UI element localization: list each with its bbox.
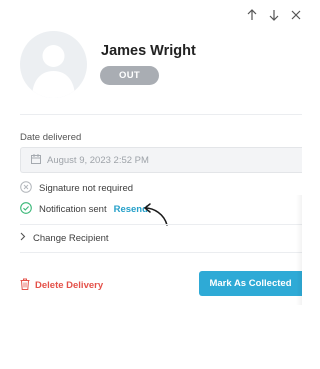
change-recipient-toggle[interactable]: Change Recipient — [20, 232, 109, 244]
user-silhouette-icon — [32, 45, 75, 98]
arrow-down-icon[interactable] — [268, 8, 280, 22]
calendar-icon — [31, 153, 41, 167]
notification-status: Notification sent Resend — [20, 202, 148, 217]
recipient-name: James Wright — [101, 43, 196, 59]
divider — [20, 252, 302, 253]
avatar — [20, 31, 87, 98]
divider — [20, 114, 302, 115]
date-delivered-field: August 9, 2023 2:52 PM — [20, 147, 302, 173]
divider — [20, 224, 302, 225]
close-icon[interactable] — [290, 8, 302, 22]
change-recipient-label: Change Recipient — [33, 232, 109, 244]
mark-as-collected-button[interactable]: Mark As Collected — [199, 271, 302, 296]
check-circle-icon — [20, 202, 32, 217]
notification-text: Notification sent — [39, 204, 107, 215]
chevron-right-icon — [20, 232, 26, 244]
side-panel-edge — [296, 195, 302, 305]
date-delivered-value: August 9, 2023 2:52 PM — [47, 154, 149, 166]
delete-delivery-label: Delete Delivery — [35, 280, 104, 291]
trash-icon — [20, 278, 30, 293]
signature-status: Signature not required — [20, 181, 133, 196]
arrow-up-icon[interactable] — [246, 8, 258, 22]
date-delivered-label: Date delivered — [20, 132, 82, 143]
panel-toolbar — [246, 8, 302, 22]
signature-text: Signature not required — [39, 183, 134, 194]
status-badge: OUT — [100, 66, 159, 85]
x-circle-icon — [20, 181, 32, 196]
pointer-arrow-icon — [140, 201, 170, 232]
delete-delivery-button[interactable]: Delete Delivery — [20, 278, 103, 293]
